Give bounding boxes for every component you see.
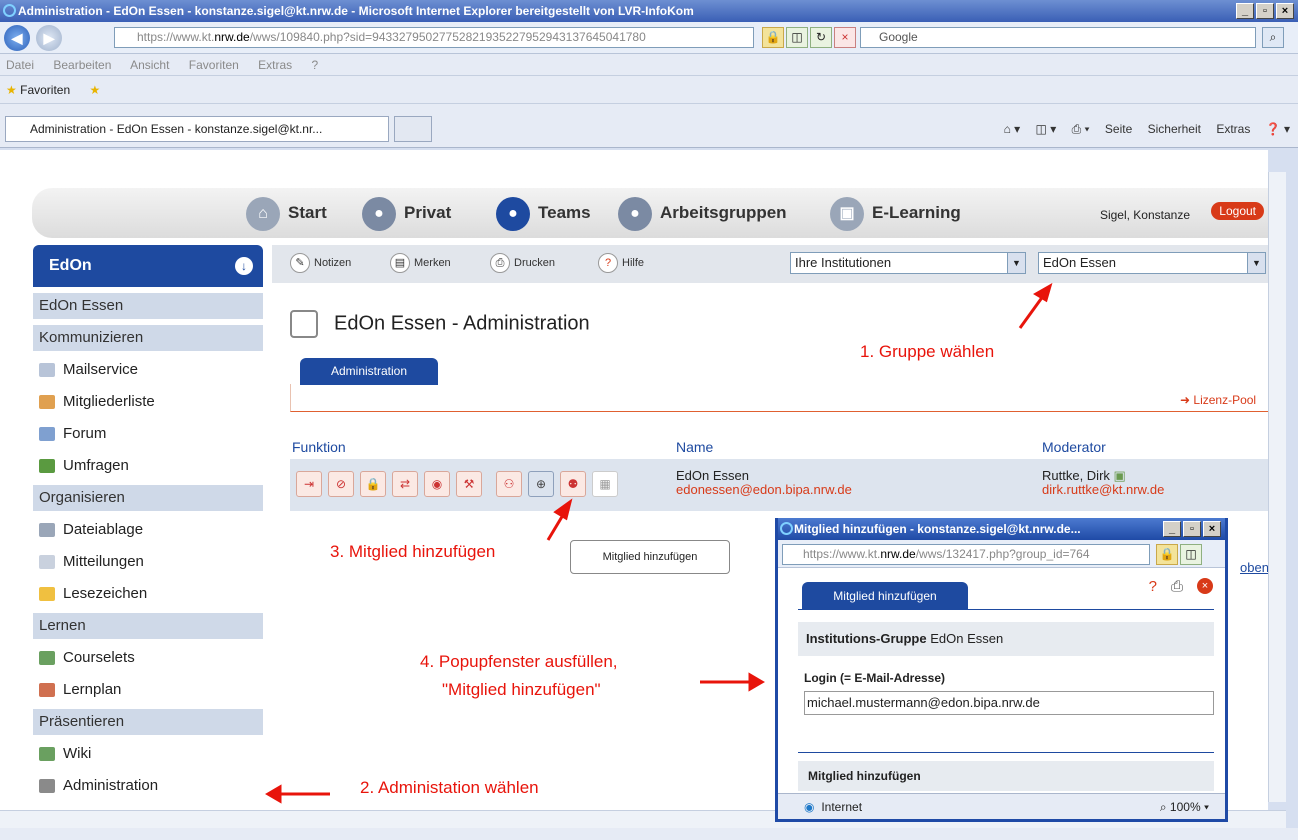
ie-logo-icon (780, 522, 793, 535)
popup-submit-button[interactable]: Mitglied hinzufügen (798, 761, 1214, 791)
home-icon[interactable]: ⌂ ▾ (1004, 122, 1021, 136)
popup-group-row: Institutions-Gruppe EdOn Essen (798, 622, 1214, 656)
compat-icon[interactable]: ◫ (786, 27, 808, 48)
add-favorite-icon[interactable]: ★ (89, 83, 100, 97)
arrow-2-head (265, 784, 282, 804)
minimize-button[interactable]: _ (1236, 3, 1254, 19)
favorites-bar: ★ Favoriten ★ (0, 76, 1298, 104)
popup-status-bar: ◉ Internet ⌕ 100% ▾ (778, 793, 1225, 819)
feeds-icon[interactable]: ◫ ▾ (1036, 122, 1057, 136)
help-icon[interactable]: ? (1149, 578, 1157, 595)
cmd-extras[interactable]: Extras (1216, 122, 1250, 136)
menu-favoriten[interactable]: Favoriten (189, 58, 239, 72)
forward-button[interactable]: ▶ (36, 25, 62, 51)
menu-datei[interactable]: Datei (6, 58, 34, 72)
window-title: Administration - EdOn Essen - konstanze.… (18, 4, 694, 18)
popup-zoom[interactable]: ⌕ 100% ▾ (1160, 794, 1209, 820)
popup-minimize-button[interactable]: _ (1163, 521, 1181, 537)
browser-tab-bar: Administration - EdOn Essen - konstanze.… (0, 104, 1298, 148)
menu-extras[interactable]: Extras (258, 58, 292, 72)
popup-title: Mitglied hinzufügen - konstanze.sigel@kt… (794, 522, 1081, 536)
popup-titlebar: Mitglied hinzufügen - konstanze.sigel@kt… (778, 518, 1225, 540)
arrow-1-head (1033, 282, 1053, 303)
popup-zone: Internet (821, 800, 863, 814)
globe-icon: ◉ (804, 800, 815, 814)
popup-actions: ? ⎙ × (1149, 578, 1213, 595)
popup-address-row: https://www.kt.nrw.de/wws/132417.php?gro… (778, 540, 1225, 568)
menu-ansicht[interactable]: Ansicht (130, 58, 169, 72)
close-button[interactable]: × (1276, 3, 1294, 19)
new-tab-button[interactable] (394, 116, 432, 142)
menu-bearbeiten[interactable]: Bearbeiten (53, 58, 111, 72)
search-input[interactable]: Google (860, 27, 1256, 48)
print-icon[interactable]: ⎙ ▾ (1072, 122, 1090, 136)
status-bar (0, 828, 1298, 840)
popup-window: Mitglied hinzufügen - konstanze.sigel@kt… (775, 518, 1228, 822)
address-toolbar: ◀ ▶ https://www.kt.nrw.de/wws/109840.php… (0, 22, 1298, 54)
window-titlebar: Administration - EdOn Essen - konstanze.… (0, 0, 1298, 22)
popup-login-input[interactable]: michael.mustermann@edon.bipa.nrw.de (804, 691, 1214, 715)
search-icon[interactable]: ⌕ (1262, 27, 1284, 48)
cmd-seite[interactable]: Seite (1105, 122, 1132, 136)
vertical-scrollbar[interactable] (1268, 172, 1286, 802)
close-icon[interactable]: × (1197, 578, 1213, 594)
browser-tab[interactable]: Administration - EdOn Essen - konstanze.… (5, 116, 389, 142)
compat-icon[interactable]: ◫ (1180, 544, 1202, 565)
back-button[interactable]: ◀ (4, 25, 30, 51)
popup-group-label: Institutions-Gruppe (806, 631, 927, 646)
stop-icon[interactable]: × (834, 27, 856, 48)
star-icon: ★ (6, 83, 17, 97)
favorites-button[interactable]: Favoriten (20, 83, 70, 97)
popup-tab[interactable]: Mitglied hinzufügen (802, 582, 968, 610)
refresh-icon[interactable]: ↻ (810, 27, 832, 48)
arrow-3-head (553, 498, 573, 521)
window-controls: _ ▫ × (1236, 3, 1294, 19)
popup-group-value: EdOn Essen (930, 631, 1004, 646)
popup-login-label: Login (= E-Mail-Adresse) (804, 671, 946, 685)
popup-address-bar[interactable]: https://www.kt.nrw.de/wws/132417.php?gro… (782, 544, 1150, 565)
lock-icon[interactable]: 🔒 (1156, 544, 1178, 565)
menu-help[interactable]: ? (312, 58, 319, 72)
address-bar[interactable]: https://www.kt.nrw.de/wws/109840.php?sid… (114, 27, 754, 48)
maximize-button[interactable]: ▫ (1256, 3, 1274, 19)
command-bar: ⌂ ▾ ◫ ▾ ⎙ ▾ Seite Sicherheit Extras ❓ ▾ (992, 122, 1290, 137)
popup-maximize-button[interactable]: ▫ (1183, 521, 1201, 537)
menu-bar: Datei Bearbeiten Ansicht Favoriten Extra… (0, 54, 1298, 76)
print-icon[interactable]: ⎙ (1171, 578, 1183, 595)
arrow-4-head (748, 672, 765, 692)
ie-logo-icon (3, 4, 16, 17)
help-icon[interactable]: ❓ ▾ (1266, 122, 1290, 136)
popup-close-button[interactable]: × (1203, 521, 1221, 537)
lock-icon[interactable]: 🔒 (762, 27, 784, 48)
cmd-sicherheit[interactable]: Sicherheit (1148, 122, 1201, 136)
popup-window-controls: _ ▫ × (1163, 521, 1221, 537)
